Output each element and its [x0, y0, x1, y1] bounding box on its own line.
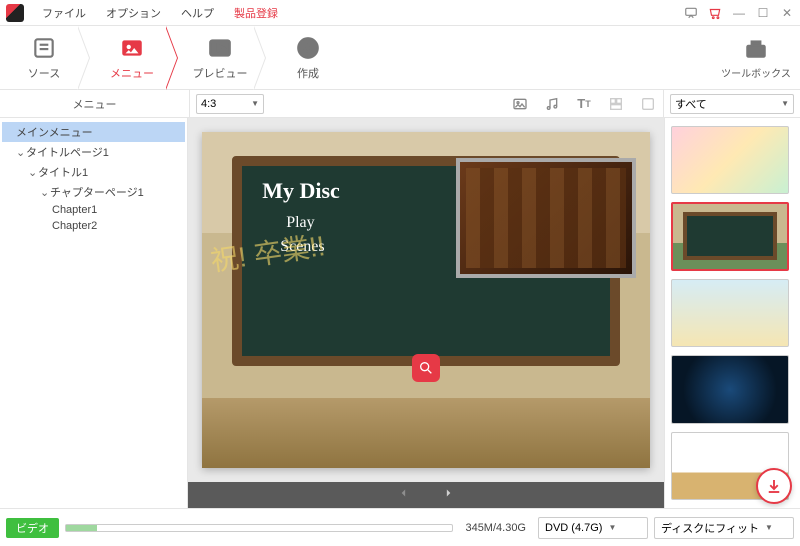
menu-preview-canvas[interactable]: My Disc Play Scenes 祝! 卒業!! [202, 132, 650, 468]
tree-chapter2[interactable]: Chapter2 [2, 218, 185, 234]
tab-preview[interactable]: プレビュー [176, 26, 264, 90]
menu-options[interactable]: オプション [96, 5, 171, 21]
disc-type-select[interactable]: DVD (4.7G)▼ [538, 517, 648, 539]
tab-source-label: ソース [28, 65, 60, 81]
disc-usage-text: 345M/4.30G [459, 522, 532, 534]
secondary-toolbar: メニュー 4:3▼ TT すべて▼ [0, 90, 800, 118]
template-filter-select[interactable]: すべて▼ [670, 94, 794, 114]
zoom-icon[interactable] [412, 354, 440, 382]
tab-create-label: 作成 [297, 65, 319, 81]
tab-preview-label: プレビュー [193, 65, 248, 81]
text-tool-icon[interactable]: TT [575, 95, 593, 113]
chevron-down-icon: ▼ [608, 523, 616, 532]
main-area: メインメニュー ⌄タイトルページ1 ⌄タイトル1 ⌄チャプターページ1 Chap… [0, 118, 800, 508]
preview-pane: My Disc Play Scenes 祝! 卒業!! [188, 118, 665, 508]
frame-tool-icon[interactable] [639, 95, 657, 113]
template-thumb-2[interactable] [671, 202, 789, 271]
video-label: ビデオ [6, 518, 59, 538]
maximize-button[interactable]: ☐ [756, 6, 770, 20]
close-button[interactable]: ✕ [780, 6, 794, 20]
tab-menu-label: メニュー [110, 65, 154, 81]
menubar: ファイル オプション ヘルプ 製品登録 — ☐ ✕ [0, 0, 800, 26]
feedback-icon[interactable] [684, 6, 698, 20]
next-arrow-icon[interactable] [438, 486, 458, 505]
menu-register[interactable]: 製品登録 [224, 5, 288, 21]
tab-menu[interactable]: メニュー [88, 26, 176, 90]
tab-source[interactable]: ソース [0, 26, 88, 90]
tree-title1[interactable]: ⌄タイトル1 [2, 162, 185, 182]
window-controls: — ☐ ✕ [684, 6, 794, 20]
toolbox-label: ツールボックス [721, 65, 791, 80]
tree-chapter1[interactable]: Chapter1 [2, 202, 185, 218]
chevron-down-icon: ▼ [765, 523, 773, 532]
preview-navbar [188, 482, 664, 508]
app-logo [6, 4, 24, 22]
template-toolbar: すべて▼ [664, 90, 800, 117]
status-bar: ビデオ 345M/4.30G DVD (4.7G)▼ ディスクにフィット▼ [0, 508, 800, 546]
chevron-down-icon: ▼ [781, 99, 789, 108]
template-thumb-1[interactable] [671, 126, 789, 194]
template-list[interactable] [665, 118, 800, 508]
tree-titlepage[interactable]: ⌄タイトルページ1 [2, 142, 185, 162]
disc-title[interactable]: My Disc [262, 178, 340, 204]
template-thumb-3[interactable] [671, 279, 789, 347]
music-tool-icon[interactable] [543, 95, 561, 113]
fit-mode-select[interactable]: ディスクにフィット▼ [654, 517, 794, 539]
disc-usage-bar [65, 524, 453, 532]
preview-toolbar: 4:3▼ TT [190, 90, 664, 117]
main-tabs: ソース メニュー プレビュー 作成 ツールボックス [0, 26, 800, 90]
minimize-button[interactable]: — [732, 6, 746, 20]
image-tool-icon[interactable] [511, 95, 529, 113]
disc-usage-fill [66, 525, 97, 531]
tree-main-menu[interactable]: メインメニュー [2, 122, 185, 142]
aspect-ratio-select[interactable]: 4:3▼ [196, 94, 264, 114]
menu-tree: メインメニュー ⌄タイトルページ1 ⌄タイトル1 ⌄チャプターページ1 Chap… [0, 118, 188, 508]
download-templates-button[interactable] [756, 468, 792, 504]
tree-header: メニュー [0, 90, 190, 117]
video-thumbnail[interactable] [456, 158, 636, 278]
tree-chapterpage[interactable]: ⌄チャプターページ1 [2, 182, 185, 202]
template-thumb-4[interactable] [671, 355, 789, 423]
prev-arrow-icon [394, 486, 414, 505]
menu-help[interactable]: ヘルプ [171, 5, 224, 21]
chevron-down-icon: ▼ [251, 99, 259, 108]
tab-create[interactable]: 作成 [264, 26, 352, 90]
layout-tool-icon[interactable] [607, 95, 625, 113]
cart-icon[interactable] [708, 6, 722, 20]
desk-decoration [202, 398, 650, 468]
menu-file[interactable]: ファイル [32, 5, 96, 21]
toolbox-button[interactable]: ツールボックス [712, 35, 800, 80]
